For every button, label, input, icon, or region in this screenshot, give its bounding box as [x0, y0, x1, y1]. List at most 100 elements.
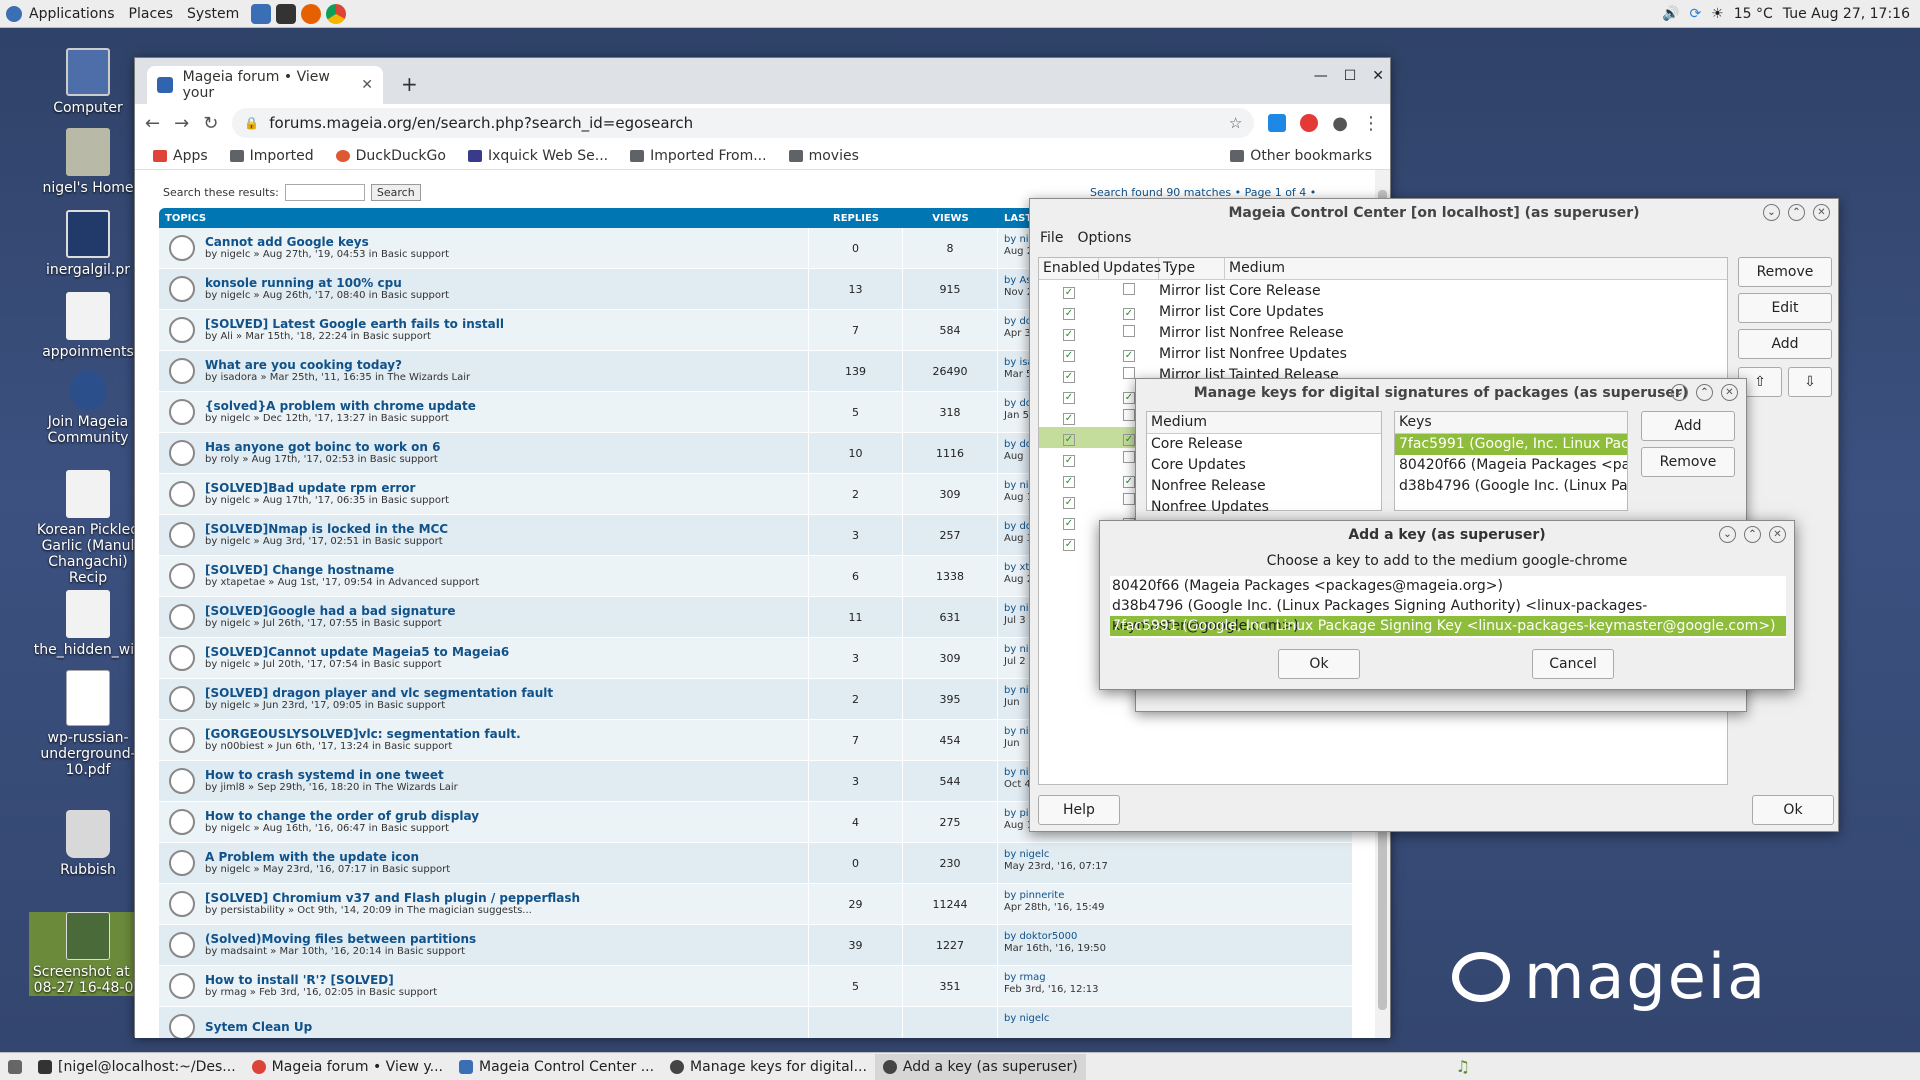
taskbar-show-desktop[interactable] [0, 1054, 30, 1080]
desktop-icon-home[interactable]: nigel's Home [29, 128, 147, 196]
key-option[interactable]: d38b4796 (Google Inc. (Linux Packages Si… [1110, 596, 1786, 634]
terminal-launcher-icon[interactable] [276, 3, 297, 24]
key-item[interactable]: d38b4796 (Google Inc. (Linux Pack [1395, 476, 1627, 497]
enabled-checkbox[interactable]: ✓ [1063, 391, 1075, 404]
applications-menu[interactable]: Applications [22, 6, 122, 22]
topic-title[interactable]: [SOLVED] Chromium v37 and Flash plugin /… [205, 891, 580, 905]
topic-title[interactable]: konsole running at 100% cpu [205, 276, 449, 290]
enabled-checkbox[interactable]: ✓ [1063, 370, 1075, 383]
topic-title[interactable]: Sytem Clean Up [205, 1020, 312, 1034]
updates-checkbox[interactable] [1123, 450, 1135, 463]
chrome-launcher-icon[interactable] [326, 3, 347, 24]
table-row[interactable]: How to install 'R'? [SOLVED] by rmag » Fe… [159, 966, 1352, 1007]
menu-file[interactable]: File [1040, 230, 1063, 246]
forward-icon[interactable]: → [174, 113, 189, 134]
topic-title[interactable]: [GORGEOUSLYSOLVED]vlc: segmentation faul… [205, 727, 521, 741]
edit-medium-button[interactable]: Edit [1738, 293, 1832, 323]
opera-extension-icon[interactable] [1300, 114, 1319, 132]
table-row[interactable]: A Problem with the update icon by nigelc … [159, 843, 1352, 884]
desktop-icon-appoinments[interactable]: appoinments [29, 292, 147, 360]
lock-icon[interactable]: 🔒 [244, 116, 259, 130]
enabled-checkbox[interactable]: ✓ [1063, 349, 1075, 362]
topic-title[interactable]: A Problem with the update icon [205, 850, 450, 864]
weather-icon[interactable]: ☀ [1711, 6, 1724, 22]
desktop-icon-rubbish[interactable]: Rubbish [29, 810, 147, 878]
add-medium-button[interactable]: Add [1738, 329, 1832, 359]
remove-key-button[interactable]: Remove [1641, 447, 1735, 477]
bookmark-ixquick[interactable]: Ixquick Web Se... [467, 148, 608, 164]
key-item[interactable]: 7fac5991 (Google, Inc. Linux Packa [1395, 434, 1627, 455]
browser-tab[interactable]: Mageia forum • View your ✕ [147, 66, 383, 104]
system-menu[interactable]: System [180, 6, 246, 22]
minimize-icon[interactable]: ⌄ [1671, 384, 1688, 401]
move-down-button[interactable]: ⇩ [1788, 367, 1832, 397]
desktop-icon-korean-garlic[interactable]: Korean Pickled Garlic (Manul Changachi) … [29, 470, 147, 586]
key-option[interactable]: 80420f66 (Mageia Packages <packages@mage… [1110, 576, 1786, 596]
enabled-checkbox[interactable]: ✓ [1063, 538, 1075, 551]
media-row[interactable]: ✓ Mirror list Nonfree Release [1039, 322, 1727, 343]
firefox-launcher-icon[interactable] [301, 3, 322, 24]
menu-kebab-icon[interactable]: ⋮ [1362, 113, 1380, 134]
menu-options[interactable]: Options [1077, 230, 1131, 246]
updates-checkbox[interactable]: ✓ [1123, 433, 1135, 446]
table-row[interactable]: [SOLVED] Chromium v37 and Flash plugin /… [159, 884, 1352, 925]
close-window-icon[interactable]: ✕ [1372, 68, 1384, 84]
media-item[interactable]: Nonfree Updates [1147, 497, 1381, 518]
enabled-checkbox[interactable]: ✓ [1063, 433, 1075, 446]
updates-checkbox[interactable] [1123, 408, 1135, 421]
topic-title[interactable]: [SOLVED] dragon player and vlc segmentat… [205, 686, 553, 700]
maximize-icon[interactable]: ☐ [1344, 68, 1357, 84]
search-results-input[interactable] [284, 184, 365, 201]
bookmark-imported-from[interactable]: Imported From... [630, 148, 767, 164]
media-row[interactable]: ✓ ✓ Mirror list Nonfree Updates [1039, 343, 1727, 364]
topic-title[interactable]: [SOLVED] Change hostname [205, 563, 479, 577]
address-bar[interactable]: 🔒 forums.mageia.org/en/search.php?search… [232, 108, 1255, 138]
last-post-author[interactable]: by rmag [1004, 972, 1352, 984]
desktop-icon-join-mageia[interactable]: Join Mageia Community [29, 370, 147, 446]
extension-s-icon[interactable] [1268, 114, 1287, 132]
mageia-menu-icon[interactable] [6, 5, 22, 22]
reload-icon[interactable]: ↻ [203, 113, 218, 134]
updates-checkbox[interactable]: ✓ [1123, 391, 1135, 404]
bookmark-star-icon[interactable]: ☆ [1229, 114, 1242, 132]
last-post-author[interactable]: by nigelc [1004, 1013, 1352, 1025]
media-row[interactable]: ✓ ✓ Mirror list Core Updates [1039, 301, 1727, 322]
last-post-author[interactable]: by pinnerite [1004, 890, 1352, 902]
enabled-checkbox[interactable]: ✓ [1063, 328, 1075, 341]
enabled-checkbox[interactable]: ✓ [1063, 454, 1075, 467]
bookmark-other[interactable]: Other bookmarks [1230, 148, 1372, 164]
updates-checkbox[interactable] [1123, 366, 1135, 379]
enabled-checkbox[interactable]: ✓ [1063, 496, 1075, 509]
taskbar-item-browser[interactable]: Mageia forum • View y... [244, 1054, 451, 1080]
table-row[interactable]: Sytem Clean Up by nigelc [159, 1007, 1352, 1038]
back-icon[interactable]: ← [145, 113, 160, 134]
topic-title[interactable]: How to change the order of grub display [205, 809, 479, 823]
desktop-icon-computer[interactable]: Computer [29, 48, 147, 116]
bookmark-duckduckgo[interactable]: DuckDuckGo [335, 148, 446, 164]
bookmark-apps[interactable]: Apps [153, 148, 208, 164]
updates-checkbox[interactable] [1123, 324, 1135, 337]
clock[interactable]: Tue Aug 27, 17:16 [1783, 6, 1910, 22]
desktop-icon-hidden-wiki[interactable]: the_hidden_wik [29, 590, 147, 658]
topic-title[interactable]: [SOLVED]Nmap is locked in the MCC [205, 522, 448, 536]
music-note-icon[interactable]: ♫ [1456, 1057, 1470, 1076]
updates-checkbox[interactable]: ✓ [1123, 475, 1135, 488]
maximize-icon[interactable]: ⌃ [1788, 204, 1805, 221]
close-tab-icon[interactable]: ✕ [361, 77, 373, 93]
last-post-author[interactable]: by nigelc [1004, 849, 1352, 861]
topic-title[interactable]: {solved}A problem with chrome update [205, 399, 476, 413]
topic-title[interactable]: [SOLVED]Google had a bad signature [205, 604, 456, 618]
minimize-icon[interactable]: — [1314, 68, 1328, 84]
mcc-launcher-icon[interactable] [251, 3, 272, 24]
taskbar-item-manage-keys[interactable]: Manage keys for digital... [662, 1054, 875, 1080]
topic-title[interactable]: (Solved)Moving files between partitions [205, 932, 476, 946]
taskbar-item-add-key[interactable]: Add a key (as superuser) [874, 1053, 1086, 1080]
ok-button[interactable]: Ok [1278, 649, 1360, 679]
remove-medium-button[interactable]: Remove [1738, 257, 1832, 287]
minimize-icon[interactable]: ⌄ [1719, 526, 1736, 543]
bookmark-imported[interactable]: Imported [229, 148, 314, 164]
enabled-checkbox[interactable]: ✓ [1063, 307, 1075, 320]
last-post-author[interactable]: by doktor5000 [1004, 931, 1352, 943]
maximize-icon[interactable]: ⌃ [1744, 526, 1761, 543]
temperature[interactable]: 15 °C [1734, 6, 1773, 22]
